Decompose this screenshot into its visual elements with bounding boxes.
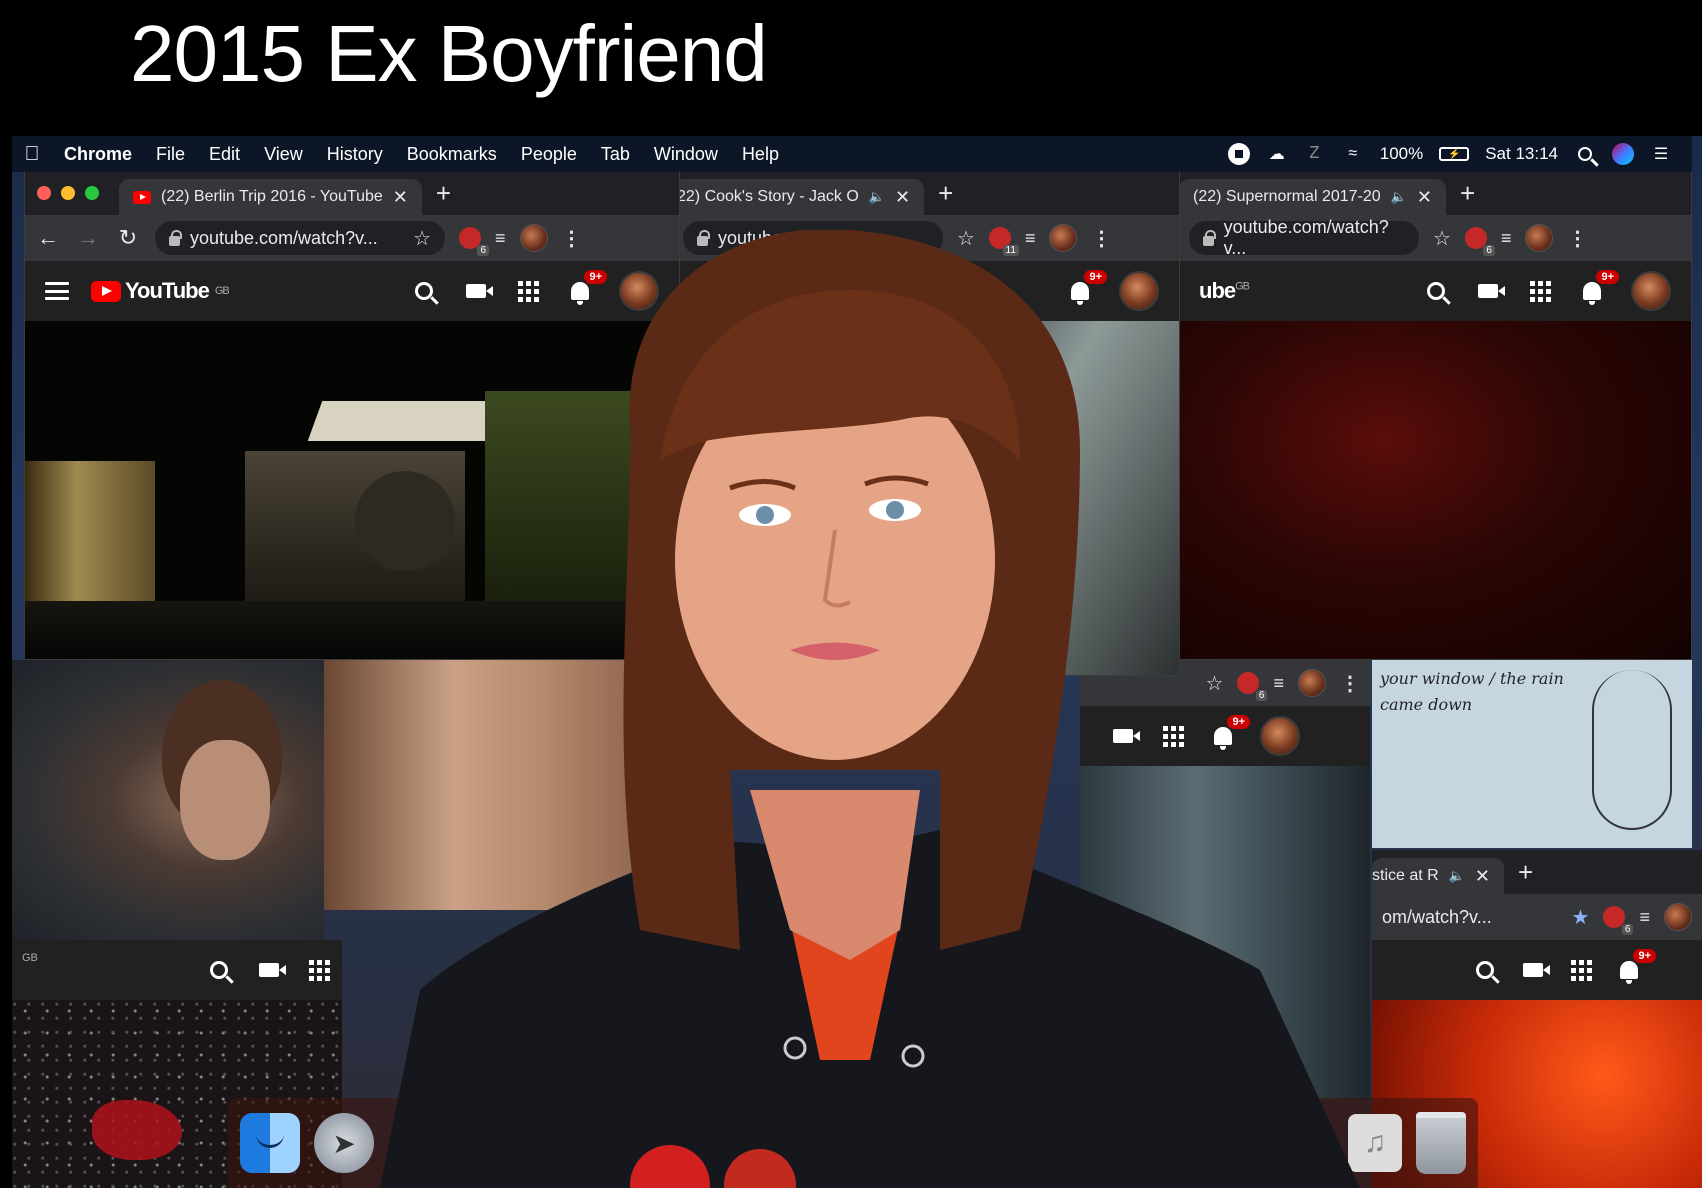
- close-tab-icon[interactable]: ✕: [1417, 187, 1432, 208]
- notification-center-icon[interactable]: ☰: [1650, 143, 1672, 165]
- video-camera-icon[interactable]: [1475, 278, 1505, 304]
- screen-record-icon[interactable]: [1227, 143, 1250, 165]
- tab-title: 22) Cook's Story - Jack O: [677, 188, 859, 205]
- extension-badge: 6: [1483, 245, 1495, 256]
- url-text: youtube.com/watch?v...: [190, 227, 378, 248]
- zoom-window-button[interactable]: [85, 186, 99, 200]
- menu-file[interactable]: File: [144, 144, 197, 165]
- menu-window[interactable]: Window: [642, 144, 730, 165]
- handwritten-text: your window / the rain came down: [1380, 669, 1564, 714]
- minimize-window-button[interactable]: [61, 186, 75, 200]
- battery-icon[interactable]: ⚡: [1439, 147, 1470, 161]
- menu-view[interactable]: View: [252, 144, 315, 165]
- apple-menu-icon[interactable]: : [12, 143, 52, 166]
- star-icon[interactable]: ☆: [1433, 226, 1451, 251]
- search-icon[interactable]: [206, 957, 232, 983]
- media-queue-icon[interactable]: ≡: [1639, 907, 1650, 928]
- tab-title: stice at R: [1372, 867, 1439, 884]
- tab-title: (22) Supernormal 2017-20: [1193, 188, 1381, 205]
- speaker-icon[interactable]: 🔈: [1391, 189, 1407, 205]
- search-icon[interactable]: [1472, 957, 1498, 983]
- profile-avatar[interactable]: [1664, 903, 1692, 931]
- media-queue-icon[interactable]: ≡: [1501, 228, 1512, 249]
- lock-icon: [169, 229, 182, 246]
- window-controls: [37, 186, 99, 200]
- apps-grid-icon[interactable]: [1568, 957, 1594, 983]
- menu-people[interactable]: People: [509, 144, 589, 165]
- menu-edit[interactable]: Edit: [197, 144, 252, 165]
- tab-back-right[interactable]: stice at R 🔈 ✕: [1372, 858, 1504, 894]
- notification-badge: 9+: [1596, 270, 1619, 284]
- close-tab-icon[interactable]: ✕: [393, 187, 408, 208]
- youtube-logo[interactable]: YouTube GB: [91, 278, 230, 304]
- notification-badge: 9+: [1633, 949, 1656, 963]
- menu-clock[interactable]: Sat 13:14: [1485, 144, 1558, 164]
- handwritten-note: your window / the rain came down: [1372, 660, 1692, 848]
- launchpad-icon[interactable]: ➤: [314, 1113, 374, 1173]
- hamburger-menu-icon[interactable]: [45, 282, 69, 300]
- tab-supernormal[interactable]: (22) Supernormal 2017-20 🔈 ✕: [1179, 179, 1446, 215]
- video-camera-icon[interactable]: [1520, 957, 1550, 983]
- reload-icon[interactable]: ↻: [115, 225, 141, 251]
- menu-app-name[interactable]: Chrome: [52, 144, 144, 165]
- spotlight-search-icon[interactable]: [1574, 143, 1596, 165]
- yt-region-label: GB: [214, 285, 230, 297]
- profile-avatar[interactable]: [1525, 224, 1554, 252]
- apps-grid-icon[interactable]: [1527, 278, 1553, 304]
- menu-bar:  Chrome File Edit View History Bookmark…: [12, 136, 1692, 172]
- new-tab-icon[interactable]: +: [938, 178, 953, 209]
- menu-help[interactable]: Help: [730, 144, 791, 165]
- close-tab-icon[interactable]: ✕: [1475, 866, 1490, 887]
- notifications-bell-icon[interactable]: 9+: [1579, 270, 1619, 305]
- finder-icon[interactable]: [240, 1113, 300, 1173]
- tab-cooks-story[interactable]: 22) Cook's Story - Jack O 🔈 ✕: [673, 179, 925, 215]
- siri-icon[interactable]: [1612, 143, 1634, 165]
- new-tab-icon[interactable]: +: [436, 178, 451, 209]
- bluetooth-icon[interactable]: Ꮓ: [1304, 143, 1326, 165]
- arrow-right-icon[interactable]: →: [75, 225, 101, 251]
- video-caption: 2015 Ex Boyfriend: [130, 9, 768, 98]
- menu-history[interactable]: History: [315, 144, 395, 165]
- menu-tab[interactable]: Tab: [589, 144, 642, 165]
- video-camera-icon[interactable]: [256, 957, 286, 983]
- youtube-favicon-icon: [133, 190, 151, 204]
- menu-bookmarks[interactable]: Bookmarks: [395, 144, 509, 165]
- arrow-left-icon[interactable]: ←: [35, 225, 61, 251]
- new-tab-icon[interactable]: +: [1460, 178, 1475, 209]
- speaker-icon[interactable]: 🔈: [869, 189, 885, 205]
- wifi-icon[interactable]: ≈: [1342, 143, 1364, 165]
- creative-cloud-icon[interactable]: ☁: [1266, 143, 1288, 165]
- new-tab-icon[interactable]: +: [1518, 857, 1533, 888]
- more-menu-icon[interactable]: ⋮: [1567, 226, 1587, 251]
- extension-icon[interactable]: 6: [1464, 227, 1495, 256]
- presenter-figure: [380, 230, 1360, 1188]
- video-still-woman: [12, 660, 324, 940]
- star-icon[interactable]: ★: [1572, 905, 1590, 930]
- extension-badge: 6: [1621, 924, 1634, 935]
- notifications-bell-icon[interactable]: 9+: [1616, 949, 1656, 984]
- speaker-icon[interactable]: 🔈: [1449, 868, 1465, 884]
- youtube-avatar[interactable]: [1631, 271, 1671, 311]
- battery-percent: 100%: [1379, 144, 1424, 163]
- search-icon[interactable]: [1423, 278, 1449, 304]
- tab-title: (22) Berlin Trip 2016 - YouTube: [161, 188, 383, 205]
- tab-berlin-trip[interactable]: (22) Berlin Trip 2016 - YouTube ✕: [119, 179, 422, 215]
- yt-region-label: GB: [22, 952, 38, 964]
- close-tab-icon[interactable]: ✕: [895, 187, 910, 208]
- close-window-button[interactable]: [37, 186, 51, 200]
- extension-icon[interactable]: 6: [1603, 906, 1634, 935]
- trash-icon[interactable]: [1416, 1112, 1466, 1174]
- url-text[interactable]: om/watch?v...: [1382, 907, 1492, 928]
- apps-grid-icon[interactable]: [306, 957, 332, 983]
